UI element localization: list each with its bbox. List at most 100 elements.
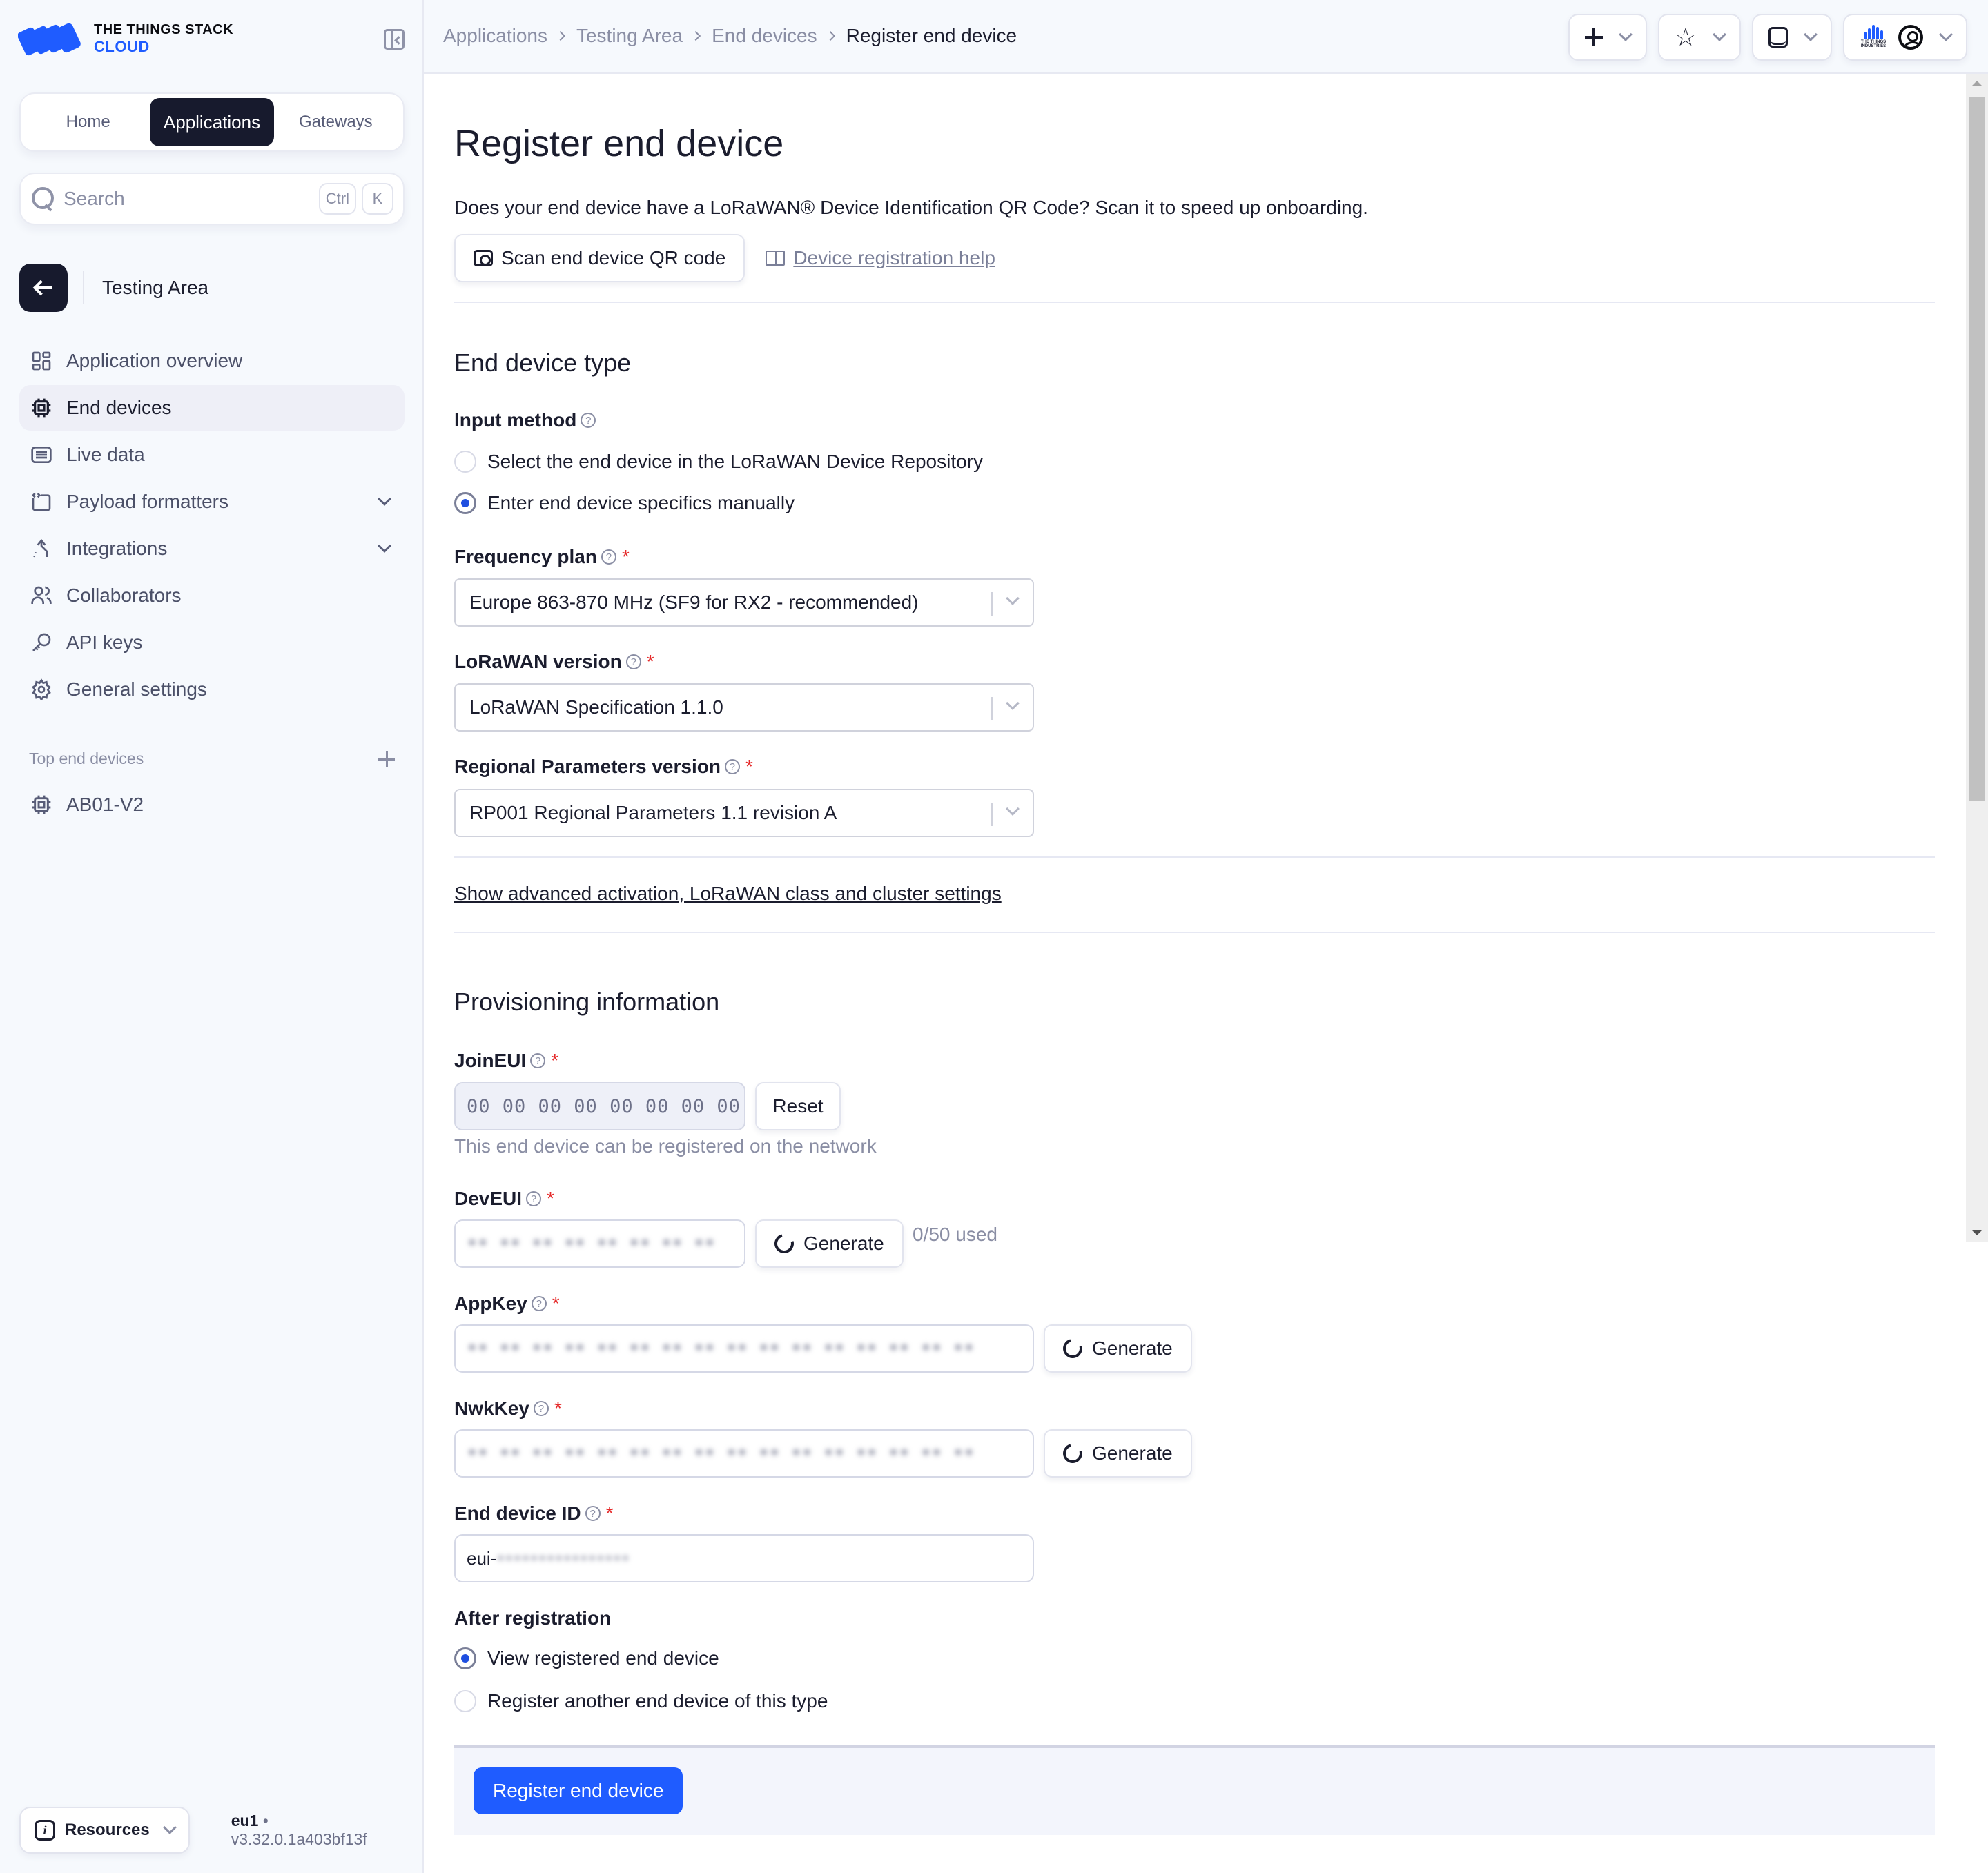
section-title-provisioning: Provisioning information bbox=[454, 988, 720, 1016]
lorawan-version-select[interactable]: LoRaWAN Specification 1.1.0 bbox=[454, 683, 1034, 732]
app-key-input[interactable]: •• •• •• •• •• •• •• •• •• •• •• •• •• •… bbox=[454, 1324, 1034, 1373]
generate-app-key-button[interactable]: Generate bbox=[1044, 1324, 1192, 1373]
help-icon[interactable]: ? bbox=[724, 759, 740, 774]
tab-gateways[interactable]: Gateways bbox=[274, 98, 398, 146]
dev-eui-value: •• •• •• •• •• •• •• •• bbox=[467, 1233, 716, 1254]
nwk-key-input[interactable]: •• •• •• •• •• •• •• •• •• •• •• •• •• •… bbox=[454, 1429, 1034, 1478]
help-icon[interactable]: ? bbox=[531, 1296, 547, 1311]
sidebar-item-payload-formatters[interactable]: Payload formatters bbox=[19, 479, 405, 524]
generate-nwk-key-button[interactable]: Generate bbox=[1044, 1429, 1192, 1478]
regional-parameters-select[interactable]: RP001 Regional Parameters 1.1 revision A bbox=[454, 789, 1034, 837]
end-device-id-input[interactable]: eui- •••••••••••••••• bbox=[454, 1534, 1034, 1582]
brand[interactable]: THE THINGS STACK CLOUD bbox=[18, 21, 233, 57]
tab-home[interactable]: Home bbox=[26, 98, 150, 146]
radio-view-registered[interactable]: View registered end device bbox=[454, 1647, 719, 1669]
help-icon[interactable]: ? bbox=[585, 1506, 601, 1521]
help-icon[interactable]: ? bbox=[533, 1401, 549, 1416]
help-icon[interactable]: ? bbox=[526, 1191, 542, 1206]
sidebar-item-application-overview[interactable]: Application overview bbox=[19, 338, 405, 384]
dev-eui-input[interactable]: •• •• •• •• •• •• •• •• bbox=[454, 1219, 746, 1268]
chip-icon bbox=[32, 398, 51, 418]
sidebar-item-integrations[interactable]: Integrations bbox=[19, 526, 405, 571]
top-device-label: AB01-V2 bbox=[66, 794, 144, 815]
plus-icon bbox=[1584, 28, 1603, 46]
scan-qr-button[interactable]: Scan end device QR code bbox=[454, 234, 746, 282]
help-icon[interactable]: ? bbox=[601, 549, 616, 565]
help-link-label: Device registration help bbox=[793, 247, 995, 268]
sidebar-item-end-devices[interactable]: End devices bbox=[19, 385, 405, 431]
bookmarks-dropdown-button[interactable]: ☆ bbox=[1657, 14, 1741, 61]
generate-dev-eui-button[interactable]: Generate bbox=[755, 1219, 904, 1268]
device-registration-help-link[interactable]: Device registration help bbox=[766, 247, 995, 269]
sidebar-item-collaborators[interactable]: Collaborators bbox=[19, 573, 405, 618]
radio-button[interactable] bbox=[454, 1647, 476, 1669]
join-eui-hint: This end device can be registered on the… bbox=[454, 1135, 877, 1157]
sidebar-item-live-data[interactable]: Live data bbox=[19, 432, 405, 478]
add-dropdown-button[interactable] bbox=[1568, 14, 1647, 61]
required-marker: * bbox=[646, 651, 654, 672]
sidebar-item-general-settings[interactable]: General settings bbox=[19, 667, 405, 712]
radio-label: Select the end device in the LoRaWAN Dev… bbox=[487, 451, 983, 472]
frequency-plan-select[interactable]: Europe 863-870 MHz (SF9 for RX2 - recomm… bbox=[454, 578, 1034, 627]
account-dropdown-button[interactable]: THE THINGS INDUSTRIES bbox=[1843, 14, 1967, 61]
help-icon[interactable]: ? bbox=[625, 654, 641, 669]
collapse-sidebar-icon[interactable] bbox=[384, 29, 405, 50]
tab-applications[interactable]: Applications bbox=[150, 98, 274, 146]
label-text: AppKey bbox=[454, 1293, 527, 1314]
radio-register-another[interactable]: Register another end device of this type bbox=[454, 1690, 828, 1712]
back-button[interactable] bbox=[19, 264, 68, 312]
dev-eui-label: DevEUI ? * bbox=[454, 1188, 554, 1210]
advanced-settings-link[interactable]: Show advanced activation, LoRaWAN class … bbox=[454, 883, 1002, 905]
resources-button[interactable]: i Resources bbox=[19, 1807, 190, 1854]
radio-button[interactable] bbox=[454, 451, 476, 473]
scrollbar[interactable] bbox=[1966, 74, 1988, 1242]
chevron-right-icon bbox=[691, 30, 701, 41]
search-input[interactable] bbox=[64, 188, 313, 210]
scroll-down-arrow-icon[interactable] bbox=[1972, 1230, 1982, 1235]
breadcrumb-applications[interactable]: Applications bbox=[443, 25, 547, 47]
help-icon[interactable]: ? bbox=[530, 1053, 546, 1068]
scan-qr-label: Scan end device QR code bbox=[501, 247, 726, 268]
divider bbox=[83, 271, 84, 304]
section-divider bbox=[454, 932, 1935, 933]
sidebar-item-label: API keys bbox=[66, 631, 143, 653]
reset-join-eui-button[interactable]: Reset bbox=[755, 1082, 841, 1130]
app-root: THE THINGS STACK CLOUD Home Applications… bbox=[0, 0, 1988, 1873]
radio-device-repository[interactable]: Select the end device in the LoRaWAN Dev… bbox=[454, 451, 983, 473]
join-eui-input[interactable]: 00 00 00 00 00 00 00 00 bbox=[454, 1082, 746, 1130]
chevron-down-icon[interactable] bbox=[378, 492, 391, 506]
radio-button[interactable] bbox=[454, 492, 476, 514]
top-actions: ☆ THE THINGS INDUSTRIES bbox=[1568, 14, 1967, 61]
info-icon: i bbox=[35, 1820, 55, 1841]
main-panel: Applications Testing Area End devices Re… bbox=[424, 0, 1988, 1873]
label-text: End device ID bbox=[454, 1502, 581, 1524]
chevron-down-icon bbox=[1939, 28, 1953, 41]
arrow-left-icon bbox=[19, 264, 68, 312]
search-box[interactable]: Ctrl K bbox=[19, 173, 405, 225]
notifications-dropdown-button[interactable] bbox=[1752, 14, 1832, 61]
org-logo-text: THE THINGS INDUSTRIES bbox=[1860, 40, 1887, 48]
plus-icon[interactable] bbox=[378, 750, 395, 767]
breadcrumb-end-devices[interactable]: End devices bbox=[712, 25, 817, 47]
label-text: NwkKey bbox=[454, 1398, 529, 1419]
register-end-device-button[interactable]: Register end device bbox=[474, 1767, 683, 1814]
sidebar-item-api-keys[interactable]: API keys bbox=[19, 620, 405, 665]
users-icon bbox=[31, 586, 52, 604]
qr-actions: Scan end device QR code Device registrat… bbox=[454, 234, 995, 282]
refresh-icon bbox=[1059, 1440, 1086, 1467]
scrollbar-thumb[interactable] bbox=[1969, 97, 1985, 801]
top-device-item[interactable]: AB01-V2 bbox=[30, 794, 144, 816]
sidebar-item-label: Application overview bbox=[66, 350, 243, 371]
chevron-down-icon[interactable] bbox=[378, 539, 391, 553]
radio-manual-entry[interactable]: Enter end device specifics manually bbox=[454, 492, 795, 514]
nwk-key-label: NwkKey ? * bbox=[454, 1398, 562, 1420]
scroll-up-arrow-icon[interactable] bbox=[1972, 81, 1982, 86]
top-end-devices-heading: Top end devices bbox=[29, 749, 144, 767]
chip-icon bbox=[32, 795, 51, 814]
help-icon[interactable]: ? bbox=[581, 413, 596, 428]
things-stack-logo-icon bbox=[18, 23, 81, 56]
radio-button[interactable] bbox=[454, 1690, 476, 1712]
section-title-end-device-type: End device type bbox=[454, 349, 632, 377]
dev-eui-usage: 0/50 used bbox=[913, 1224, 997, 1245]
breadcrumb-testing-area[interactable]: Testing Area bbox=[576, 25, 683, 47]
